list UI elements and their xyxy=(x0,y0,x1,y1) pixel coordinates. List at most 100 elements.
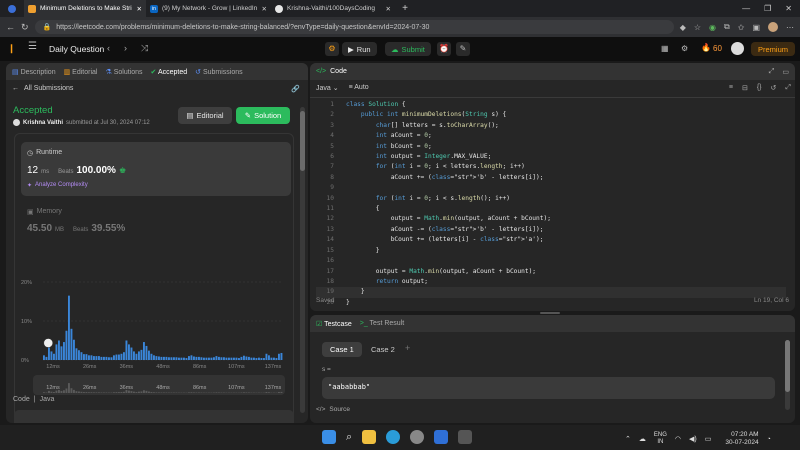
code-line[interactable]: 11 { xyxy=(316,204,786,214)
chart-bar[interactable] xyxy=(115,354,118,360)
case-1-tab[interactable]: Case 1 xyxy=(322,342,362,357)
chart-bar[interactable] xyxy=(240,356,243,360)
chart-bar[interactable] xyxy=(200,357,203,360)
fire-icon[interactable]: 🔥 xyxy=(701,43,711,52)
chart-bar[interactable] xyxy=(100,356,103,360)
chart-bar[interactable] xyxy=(155,356,158,360)
code-line[interactable]: 5 int bCount = 0; xyxy=(316,142,786,152)
chart-bar[interactable] xyxy=(98,356,100,360)
code-line[interactable]: 18 return output; xyxy=(316,277,786,287)
extensions-puzzle-icon[interactable]: ⧉ xyxy=(724,22,730,32)
chart-bar[interactable] xyxy=(255,358,258,360)
chart-bar[interactable] xyxy=(208,357,210,360)
url-field[interactable]: 🔒 https://leetcode.com/problems/minimum-… xyxy=(34,20,674,34)
code-line[interactable]: 6 int output = Integer.MAX_VALUE; xyxy=(316,152,786,162)
chart-bar[interactable] xyxy=(90,355,93,360)
tab-editorial[interactable]: ▥ Editorial xyxy=(64,68,98,76)
browser-tab-github[interactable]: Krishna-Vaithi/100DaysCoding ✕ xyxy=(271,0,395,17)
chart-bar[interactable] xyxy=(58,340,60,361)
profile-avatar[interactable] xyxy=(768,22,778,32)
chart-bar[interactable] xyxy=(228,357,230,360)
chart-bar[interactable] xyxy=(218,356,220,360)
code-line[interactable]: 8 aCount += (class="str">'b' - letters[i… xyxy=(316,173,786,183)
chart-bar[interactable] xyxy=(128,344,130,360)
chart-bar[interactable] xyxy=(160,356,163,360)
layout-icon[interactable]: ▦ xyxy=(661,44,669,53)
chart-bar[interactable] xyxy=(50,351,53,360)
chart-bar[interactable] xyxy=(133,351,135,360)
chart-bar[interactable] xyxy=(235,357,238,360)
browser-tab-leetcode[interactable]: Minimum Deletions to Make Stri ✕ xyxy=(24,0,146,17)
chart-bar[interactable] xyxy=(205,357,208,360)
chart-bar[interactable] xyxy=(178,357,180,360)
clock[interactable]: 07:20 AM 30-07-2024 xyxy=(725,431,758,447)
chart-bar[interactable] xyxy=(195,356,198,360)
new-tab-button[interactable]: + xyxy=(395,0,415,17)
code-line[interactable]: 4 int aCount = 0; xyxy=(316,131,786,141)
chart-bar[interactable] xyxy=(268,355,270,360)
chart-bar[interactable] xyxy=(193,356,195,360)
chart-bar[interactable] xyxy=(68,295,70,360)
chart-bar[interactable] xyxy=(70,328,73,360)
code-line[interactable]: 20} xyxy=(316,298,786,308)
code-line[interactable]: 19 } xyxy=(316,287,786,298)
chart-bar[interactable] xyxy=(233,357,235,360)
chart-bar[interactable] xyxy=(45,356,48,360)
chart-bar[interactable] xyxy=(198,356,200,360)
premium-button[interactable]: Premium xyxy=(751,42,796,56)
chart-bar[interactable] xyxy=(213,357,215,360)
chart-bar[interactable] xyxy=(270,357,273,360)
testcase-input[interactable]: "aababbab" xyxy=(322,377,775,399)
chart-bar[interactable] xyxy=(85,354,88,360)
code-line[interactable]: 7 for (int i = 0; i < letters.length; i+… xyxy=(316,162,786,172)
chart-bar[interactable] xyxy=(250,357,253,360)
chart-bar[interactable] xyxy=(280,352,283,360)
next-problem-icon[interactable]: › xyxy=(124,43,127,53)
chart-bar[interactable] xyxy=(140,349,143,360)
scrollbar-thumb[interactable] xyxy=(300,111,305,171)
list-icon[interactable]: ☰ xyxy=(28,41,42,55)
chart-bar[interactable] xyxy=(80,352,83,360)
chart-bar[interactable] xyxy=(65,330,68,360)
chart-bar[interactable] xyxy=(245,356,248,360)
collections-icon[interactable]: ▣ xyxy=(752,23,760,32)
chart-bar[interactable] xyxy=(260,358,263,360)
solution-button[interactable]: ✎ Solution xyxy=(236,107,290,124)
close-tab-icon[interactable]: ✕ xyxy=(137,5,142,13)
leetcode-logo-icon[interactable]: ⅼ xyxy=(10,43,22,56)
chart-bar[interactable] xyxy=(63,342,65,360)
search-icon[interactable]: ⌕ xyxy=(346,431,352,444)
chart-bar[interactable] xyxy=(168,357,170,360)
alarm-icon[interactable]: ⏰ xyxy=(437,42,451,56)
tab-test-result[interactable]: >_ Test Result xyxy=(360,320,404,327)
all-submissions-link[interactable]: ← All Submissions xyxy=(12,85,73,92)
chart-bar[interactable] xyxy=(163,356,165,360)
case-2-tab[interactable]: Case 2 xyxy=(363,342,403,357)
file-explorer-icon[interactable] xyxy=(362,430,377,444)
chart-bar[interactable] xyxy=(253,357,255,360)
chart-bar[interactable] xyxy=(60,346,63,360)
maximize-panel-icon[interactable]: ⤢ xyxy=(769,68,775,76)
chart-bar[interactable] xyxy=(108,357,110,360)
battery-icon[interactable]: ▭ xyxy=(705,435,712,443)
chart-bar[interactable] xyxy=(83,354,85,360)
tab-accepted[interactable]: ✔ Accepted xyxy=(151,68,188,76)
avatar[interactable] xyxy=(731,42,744,55)
extension-icon[interactable]: ◉ xyxy=(709,23,716,32)
chart-bar[interactable] xyxy=(215,356,218,360)
code-line[interactable]: 9 xyxy=(316,183,786,193)
chart-bar[interactable] xyxy=(278,353,280,360)
code-line[interactable]: 13 aCount -= (class="str">'b' - letters[… xyxy=(316,225,786,235)
vscode-icon[interactable] xyxy=(434,430,449,444)
volume-icon[interactable]: ◀) xyxy=(689,435,697,443)
chart-bar[interactable] xyxy=(138,351,140,360)
chart-bar[interactable] xyxy=(265,353,268,360)
chart-bar[interactable] xyxy=(118,354,120,360)
chart-bar[interactable] xyxy=(188,356,190,360)
run-button[interactable]: ▶ Run xyxy=(342,42,377,56)
chart-bar[interactable] xyxy=(185,358,188,360)
chart-bar[interactable] xyxy=(238,358,240,360)
chart-bar[interactable] xyxy=(220,357,223,360)
settings-icon[interactable]: ⚙ xyxy=(681,44,688,53)
chart-bar[interactable] xyxy=(78,350,80,360)
